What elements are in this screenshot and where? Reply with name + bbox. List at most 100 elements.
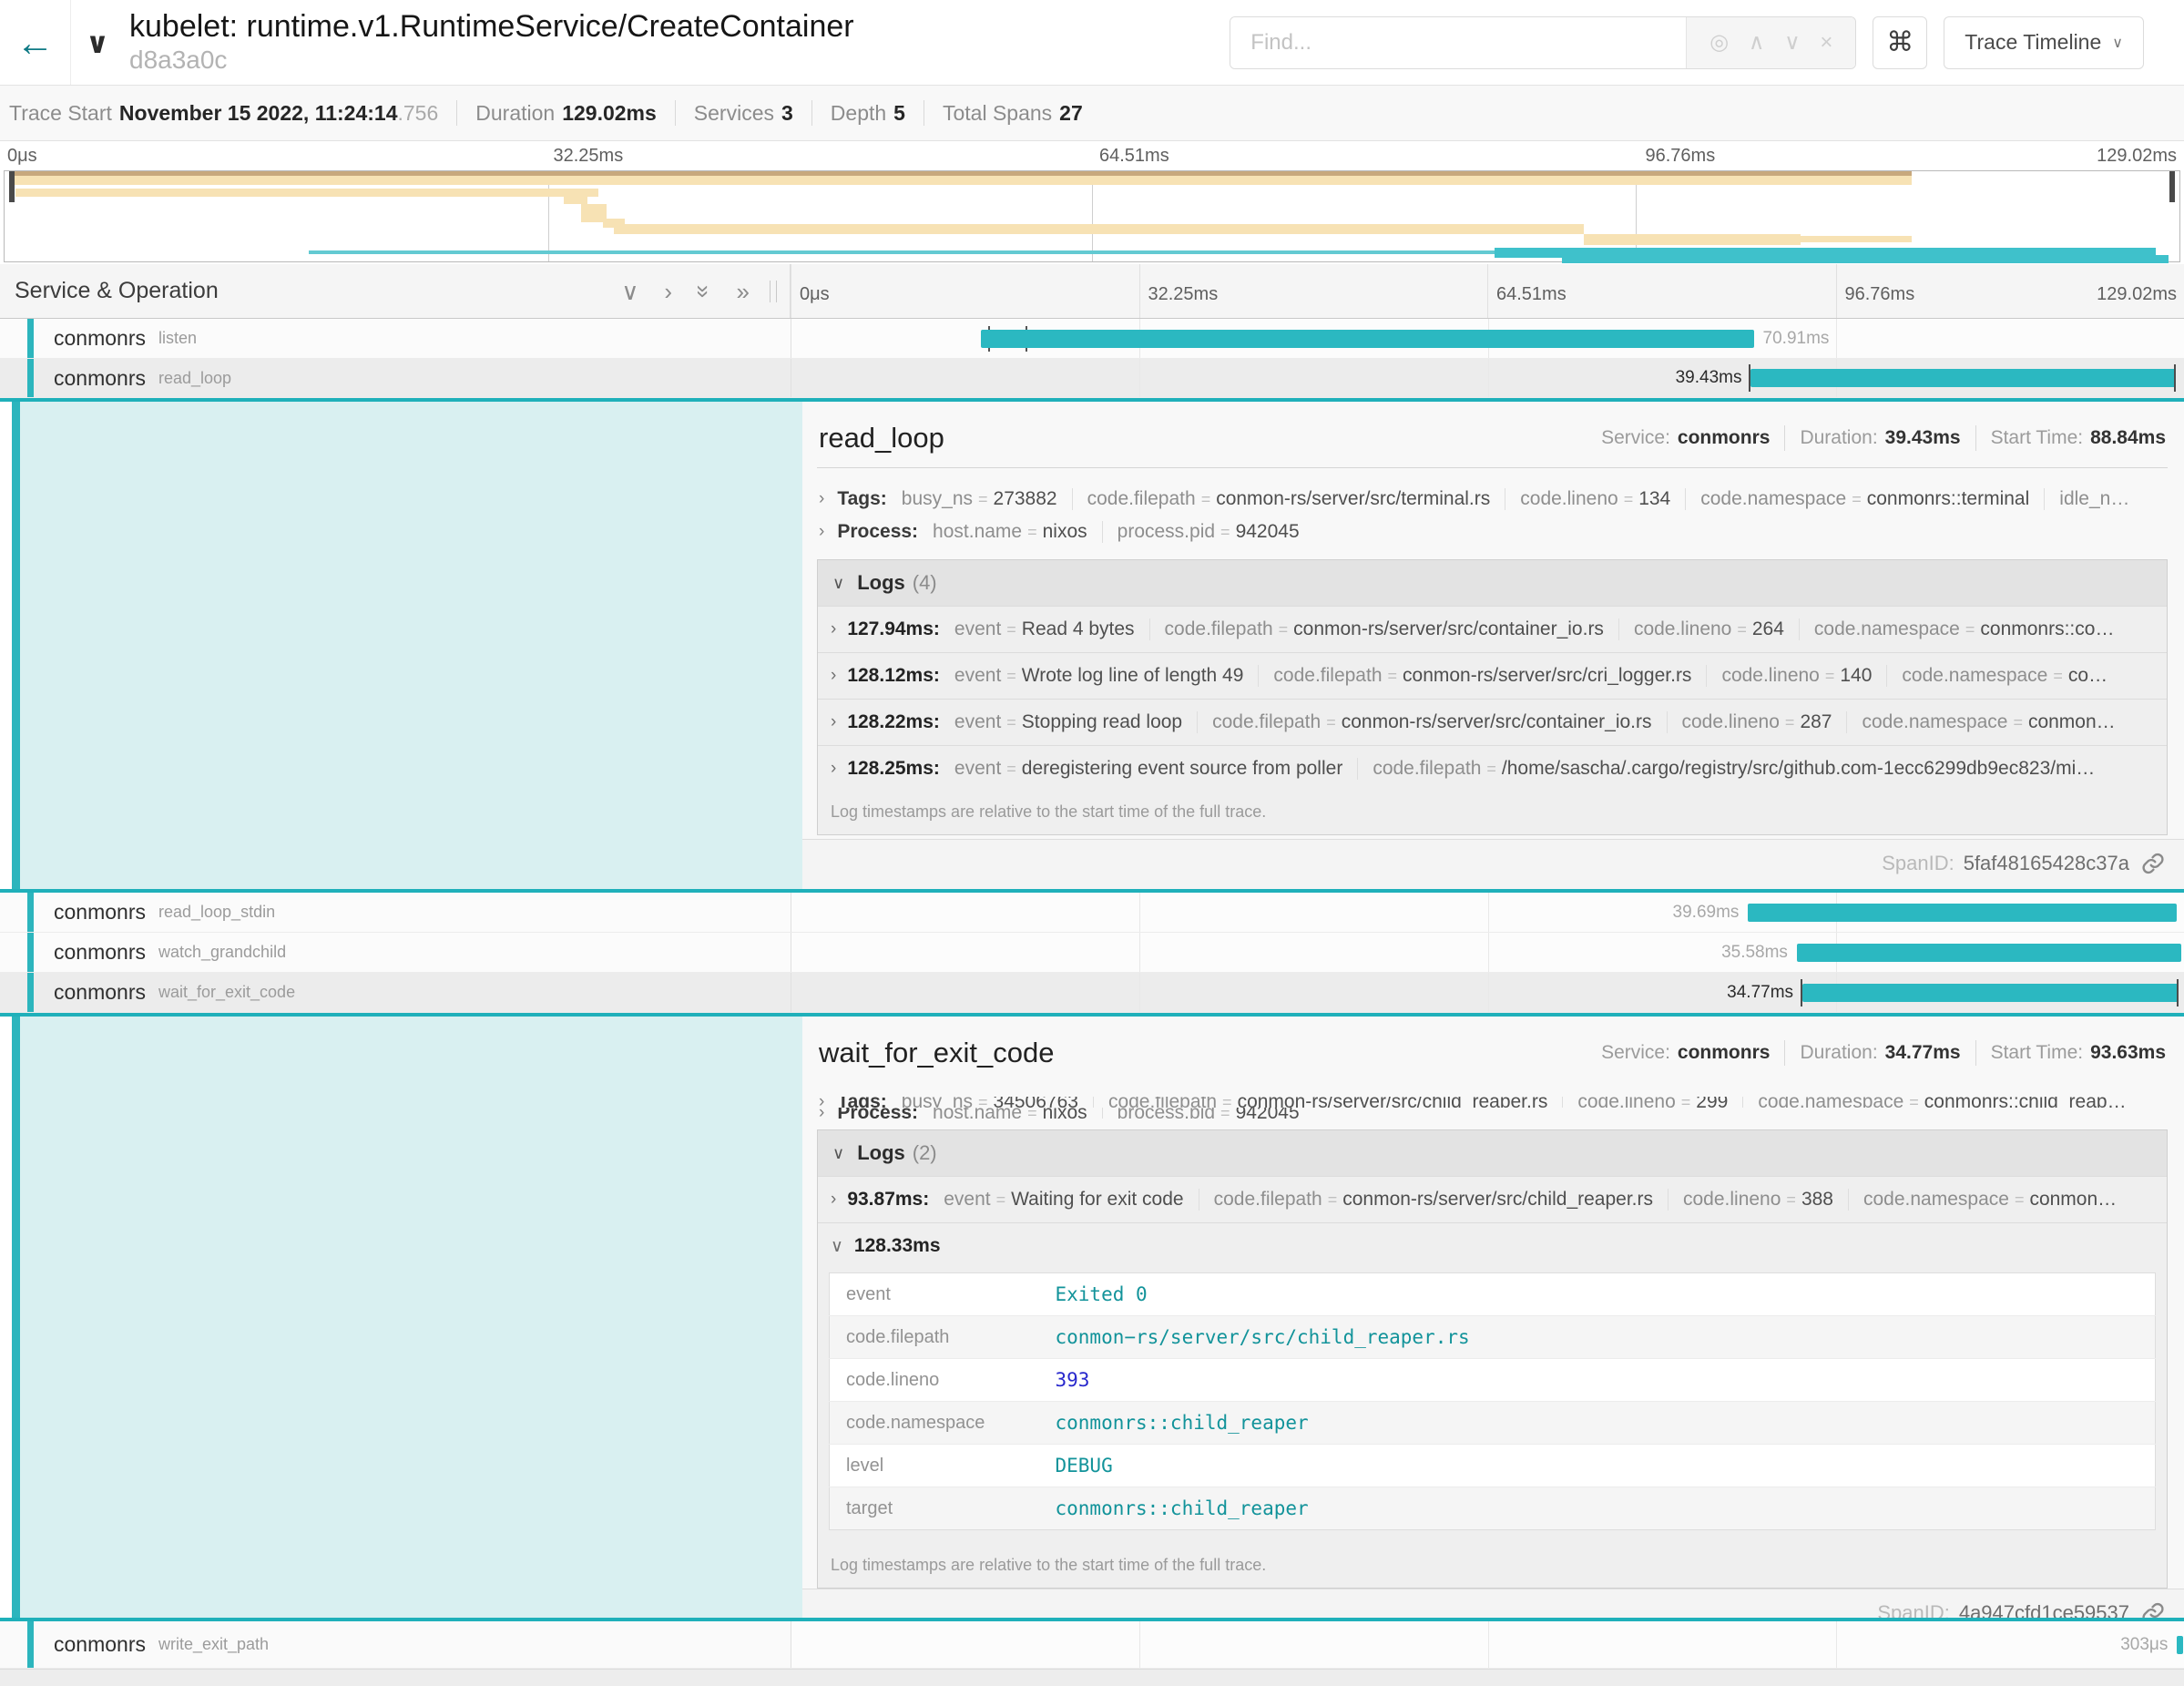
- log-entry[interactable]: › 127.94ms: event=Read 4 bytes code.file…: [818, 606, 2167, 652]
- log-entry-expanded[interactable]: ∨ 128.33ms: [818, 1222, 2167, 1269]
- find-group: ◎ ∧ ∨ ×: [1230, 16, 1856, 69]
- span-timeline-cell[interactable]: 303μs: [791, 1621, 2184, 1668]
- chevron-down-icon: ∨: [86, 28, 109, 57]
- trace-view-select[interactable]: Trace Timeline ∨: [1944, 16, 2144, 69]
- spanid-label: SpanID:: [1882, 852, 1954, 875]
- span-operation: read_loop_stdin: [158, 903, 275, 922]
- span-row-read-loop-stdin[interactable]: conmonrs read_loop_stdin 39.69ms: [0, 893, 2184, 933]
- expand-all-icon[interactable]: »: [737, 280, 750, 303]
- span-color-bar: [27, 933, 34, 972]
- topbar-actions: ◎ ∧ ∨ × ⌘ Trace Timeline ∨: [1230, 16, 2144, 69]
- span-duration-bar[interactable]: 70.91ms: [981, 330, 1754, 348]
- timeline-ruler: 0μs 32.25ms 64.51ms 96.76ms 129.02ms: [791, 264, 2184, 318]
- service-operation-header: Service & Operation ∨ › » »: [0, 264, 791, 318]
- minimap-tick: 96.76ms: [1646, 146, 1716, 167]
- logs-label: Logs: [857, 1141, 905, 1165]
- trace-depth: Depth5: [831, 101, 905, 126]
- process-row[interactable]: › Process: host.name=nixos process.pid=9…: [817, 516, 2168, 548]
- span-timeline-cell[interactable]: 34.77ms: [791, 973, 2184, 1012]
- trace-collapse-button[interactable]: ∨: [71, 28, 124, 57]
- tags-label: Tags:: [837, 1097, 886, 1108]
- log-entry[interactable]: › 128.25ms: event=deregistering event so…: [818, 745, 2167, 792]
- span-row-watch-grandchild[interactable]: conmonrs watch_grandchild 35.58ms: [0, 933, 2184, 973]
- span-timeline-cell[interactable]: 39.43ms: [791, 359, 2184, 397]
- tags-row[interactable]: › Tags: busy_ns=273882 code.filepath=con…: [817, 483, 2168, 516]
- span-duration-bar[interactable]: 34.77ms: [1802, 984, 2179, 1002]
- span-service: conmonrs: [54, 1632, 146, 1657]
- span-detail-meta: Service:conmonrs Duration:39.43ms Start …: [1601, 425, 2166, 451]
- back-button[interactable]: ←: [0, 0, 71, 85]
- span-detail-title: wait_for_exit_code: [819, 1037, 1055, 1069]
- chevron-right-icon: ›: [831, 619, 836, 639]
- span-row-wait-for-exit-code[interactable]: conmonrs wait_for_exit_code 34.77ms: [0, 973, 2184, 1013]
- span-row-write-exit-path[interactable]: conmonrs write_exit_path 303μs: [0, 1621, 2184, 1669]
- prev-match-icon[interactable]: ∧: [1749, 29, 1765, 56]
- trace-start: Trace StartNovember 15 2022, 11:24:14.75…: [9, 101, 438, 126]
- chevron-right-icon: ›: [819, 1108, 824, 1119]
- minimap-tick: 129.02ms: [2097, 146, 2177, 167]
- span-duration-bar[interactable]: 35.58ms: [1797, 944, 2181, 962]
- logs-count: (2): [913, 1141, 937, 1165]
- copy-link-icon[interactable]: [2140, 851, 2166, 876]
- next-match-icon[interactable]: ∨: [1784, 29, 1801, 56]
- span-timeline-cell[interactable]: 39.69ms: [791, 893, 2184, 932]
- find-input[interactable]: [1230, 17, 1686, 68]
- span-duration-label: 70.91ms: [1763, 329, 1830, 349]
- logs-header[interactable]: ∨ Logs (2): [818, 1130, 2167, 1176]
- log-entry[interactable]: › 128.22ms: event=Stopping read loop cod…: [818, 699, 2167, 745]
- logs-count: (4): [913, 571, 937, 595]
- column-resize-grip[interactable]: [770, 281, 777, 302]
- spanid-value: 4a947cfd1ce59537: [1959, 1601, 2129, 1618]
- minimap-tick: 0μs: [7, 146, 37, 167]
- span-detail-panel: wait_for_exit_code Service:conmonrs Dura…: [802, 1017, 2184, 1618]
- trace-total-spans: Total Spans27: [943, 101, 1083, 126]
- copy-link-icon[interactable]: [2140, 1600, 2166, 1618]
- log-entry[interactable]: › 93.87ms: event=Waiting for exit code c…: [818, 1176, 2167, 1222]
- tags-row[interactable]: › Tags: busy_ns=34506763 code.filepath=c…: [817, 1097, 2168, 1108]
- spanid-row: SpanID: 4a947cfd1ce59537: [802, 1589, 2184, 1618]
- trace-title-block: kubelet: runtime.v1.RuntimeService/Creat…: [129, 9, 854, 76]
- chevron-right-icon: ›: [819, 1097, 824, 1108]
- span-service: conmonrs: [54, 980, 146, 1005]
- span-color-bar: [27, 1621, 34, 1668]
- spanid-row: SpanID: 5faf48165428c37a: [802, 839, 2184, 889]
- clear-search-icon[interactable]: ×: [1820, 30, 1832, 56]
- expand-one-icon[interactable]: ›: [664, 280, 672, 303]
- minimap-canvas[interactable]: [4, 170, 2180, 262]
- chevron-right-icon: ›: [831, 712, 836, 732]
- ruler-tick: 96.76ms: [1845, 284, 1915, 305]
- span-operation: listen: [158, 329, 197, 348]
- chevron-down-icon: ∨: [2112, 34, 2123, 52]
- minimap-ruler: 0μs 32.25ms 64.51ms 96.76ms 129.02ms: [0, 141, 2184, 170]
- span-duration-bar[interactable]: 39.69ms: [1748, 904, 2177, 922]
- span-detail-title: read_loop: [819, 422, 944, 455]
- tags-label: Tags:: [837, 488, 886, 510]
- span-duration-bar[interactable]: 39.43ms: [1750, 369, 2175, 387]
- logs-label: Logs: [857, 571, 905, 595]
- span-timeline-cell[interactable]: 35.58ms: [791, 933, 2184, 972]
- collapse-all-icon[interactable]: »: [692, 284, 716, 297]
- span-detail-read-loop: read_loop Service:conmonrs Duration:39.4…: [0, 398, 2184, 893]
- span-duration-label: 34.77ms: [1727, 983, 1793, 1003]
- minimap-tick: 32.25ms: [554, 146, 624, 167]
- span-duration-bar[interactable]: 303μs: [2177, 1636, 2183, 1654]
- process-row[interactable]: › Process: host.name=nixos process.pid=9…: [817, 1108, 2168, 1119]
- ruler-tick: 64.51ms: [1496, 284, 1567, 305]
- table-row: event Exited 0: [830, 1273, 2156, 1316]
- collapse-one-icon[interactable]: ∨: [621, 280, 638, 303]
- logs-header[interactable]: ∨ Logs (4): [818, 560, 2167, 606]
- span-service: conmonrs: [54, 326, 146, 351]
- span-row-read-loop[interactable]: conmonrs read_loop 39.43ms: [0, 359, 2184, 398]
- span-color-bar: [27, 359, 34, 397]
- span-timeline-cell[interactable]: 70.91ms: [791, 319, 2184, 358]
- page-title: kubelet: runtime.v1.RuntimeService/Creat…: [129, 9, 854, 45]
- ruler-tick: 129.02ms: [2097, 284, 2177, 305]
- logs-note: Log timestamps are relative to the start…: [818, 1545, 2167, 1588]
- match-case-icon[interactable]: ◎: [1709, 29, 1729, 56]
- span-operation: read_loop: [158, 369, 231, 388]
- trace-minimap: 0μs 32.25ms 64.51ms 96.76ms 129.02ms: [0, 141, 2184, 264]
- keyboard-shortcuts-button[interactable]: ⌘: [1873, 16, 1927, 69]
- span-row-listen[interactable]: conmonrs listen 70.91ms: [0, 319, 2184, 359]
- chevron-down-icon: ∨: [831, 1236, 843, 1257]
- log-entry[interactable]: › 128.12ms: event=Wrote log line of leng…: [818, 652, 2167, 699]
